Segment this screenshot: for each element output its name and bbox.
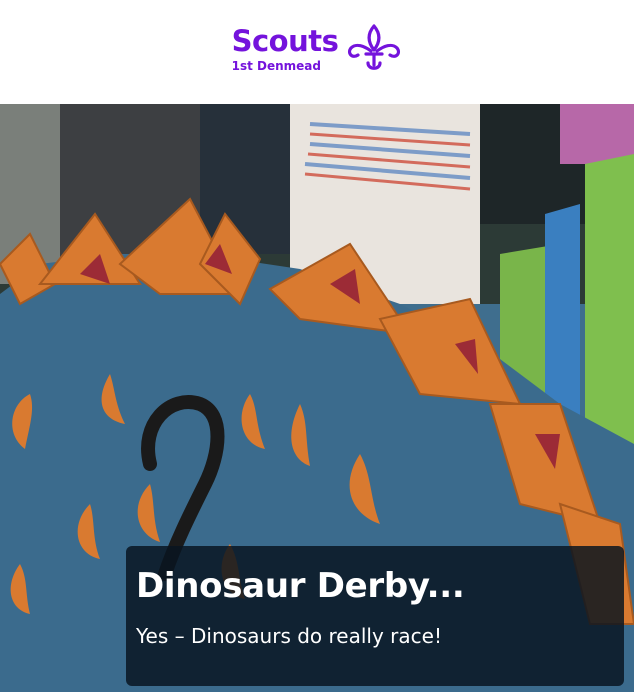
site-header: Scouts 1st Denmead bbox=[0, 0, 634, 104]
fleur-de-lis-icon bbox=[348, 24, 401, 70]
hero-title: Dinosaur Derby... bbox=[136, 566, 465, 606]
logo-group-name: 1st Denmead bbox=[231, 59, 321, 73]
logo-text: Scouts 1st Denmead bbox=[232, 25, 339, 73]
logo-wordmark: Scouts bbox=[231, 24, 339, 58]
hero-caption: Dinosaur Derby... Yes – Dinosaurs do rea… bbox=[126, 546, 624, 686]
hero-description: Yes – Dinosaurs do really race! bbox=[136, 624, 442, 648]
hero-banner: Dinosaur Derby... Yes – Dinosaurs do rea… bbox=[0, 104, 634, 692]
scouts-logo-link[interactable]: Scouts 1st Denmead bbox=[232, 24, 403, 73]
